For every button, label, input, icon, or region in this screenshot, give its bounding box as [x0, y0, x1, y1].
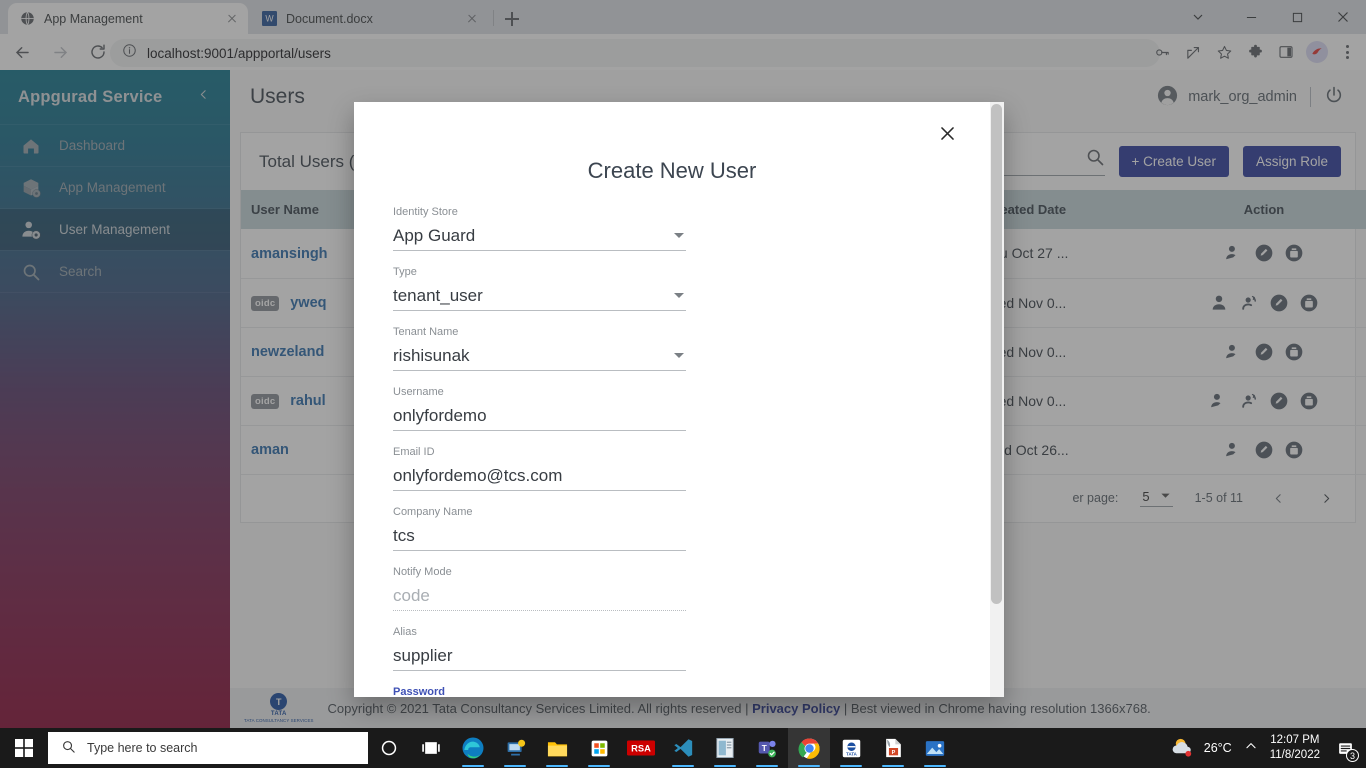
field-placeholder: code	[393, 586, 430, 605]
svg-text:TATA: TATA	[846, 751, 858, 756]
notifications-icon[interactable]: 3	[1332, 733, 1359, 763]
windows-taskbar: Type here to search RSA T TATA P 26°C 12…	[0, 728, 1366, 768]
field-value: onlyfordemo@tcs.com	[393, 466, 563, 485]
field-label: Notify Mode	[393, 566, 452, 578]
clock-date: 11/8/2022	[1269, 749, 1320, 761]
chrome-icon[interactable]	[788, 728, 830, 768]
svg-text:P: P	[891, 750, 895, 756]
teams-icon[interactable]: T	[746, 728, 788, 768]
field-value: onlyfordemo	[393, 406, 487, 425]
system-tray: 26°C 12:07 PM 11/8/2022 3	[1171, 733, 1366, 763]
create-user-form: Identity Store App Guard Type tenant_use…	[374, 206, 970, 697]
weather-widget[interactable]: 26°C	[1171, 736, 1232, 761]
microsoft-store-icon[interactable]	[578, 728, 620, 768]
vscode-icon[interactable]	[662, 728, 704, 768]
cortana-icon[interactable]	[368, 728, 410, 768]
task-view-icon[interactable]	[410, 728, 452, 768]
taskbar-search-placeholder: Type here to search	[87, 741, 198, 755]
powerpoint-icon[interactable]: P	[872, 728, 914, 768]
field-label: Alias	[393, 626, 417, 638]
rsa-icon[interactable]: RSA	[620, 728, 662, 768]
notepad-icon[interactable]	[704, 728, 746, 768]
field-type[interactable]: Type tenant_user	[393, 266, 686, 311]
chevron-up-icon[interactable]	[1244, 739, 1258, 758]
clock-time: 12:07 PM	[1270, 734, 1320, 746]
tata-icon[interactable]: TATA	[830, 728, 872, 768]
field-username[interactable]: Username onlyfordemo	[393, 386, 686, 431]
search-icon	[61, 739, 76, 757]
chevron-down-icon[interactable]	[674, 353, 684, 358]
modal-scrollbar[interactable]	[990, 102, 1004, 697]
field-label: Company Name	[393, 506, 473, 518]
svg-text:T: T	[762, 744, 767, 753]
remote-desktop-icon[interactable]	[494, 728, 536, 768]
partly-cloudy-icon	[1171, 736, 1196, 761]
field-label: Username	[393, 386, 444, 398]
close-icon[interactable]	[934, 120, 960, 146]
field-notify-mode[interactable]: Notify Mode code	[393, 566, 686, 611]
field-label: Type	[393, 266, 417, 278]
temperature-label: 26°C	[1203, 741, 1232, 755]
field-label: Password	[393, 686, 445, 697]
field-identity-store[interactable]: Identity Store App Guard	[393, 206, 686, 251]
modal-title: Create New User	[587, 158, 757, 183]
field-value: rishisunak	[393, 346, 470, 365]
create-user-modal: Create New User Identity Store App Guard…	[354, 102, 1004, 697]
chevron-down-icon[interactable]	[674, 293, 684, 298]
field-password[interactable]: Password ••••••••	[393, 686, 951, 697]
field-value: App Guard	[393, 226, 476, 245]
browser-window: App Management W Document.docx localhost…	[0, 0, 1366, 728]
file-explorer-icon[interactable]	[536, 728, 578, 768]
chevron-down-icon[interactable]	[674, 233, 684, 238]
field-value: tcs	[393, 526, 415, 545]
field-tenant-name[interactable]: Tenant Name rishisunak	[393, 326, 686, 371]
field-company-name[interactable]: Company Name tcs	[393, 506, 686, 551]
field-label: Identity Store	[393, 206, 458, 218]
scrollbar-thumb[interactable]	[991, 104, 1002, 604]
field-value: tenant_user	[393, 286, 483, 305]
photos-icon[interactable]	[914, 728, 956, 768]
edge-icon[interactable]	[452, 728, 494, 768]
field-email-id[interactable]: Email ID onlyfordemo@tcs.com	[393, 446, 686, 491]
field-value: supplier	[393, 646, 453, 665]
taskbar-clock[interactable]: 12:07 PM 11/8/2022	[1270, 733, 1320, 763]
field-alias[interactable]: Alias supplier	[393, 626, 686, 671]
taskbar-search-input[interactable]: Type here to search	[48, 732, 368, 764]
field-label: Tenant Name	[393, 326, 459, 338]
windows-icon[interactable]	[0, 728, 48, 768]
field-label: Email ID	[393, 446, 435, 458]
notification-count: 3	[1346, 749, 1359, 762]
svg-text:RSA: RSA	[631, 744, 651, 754]
